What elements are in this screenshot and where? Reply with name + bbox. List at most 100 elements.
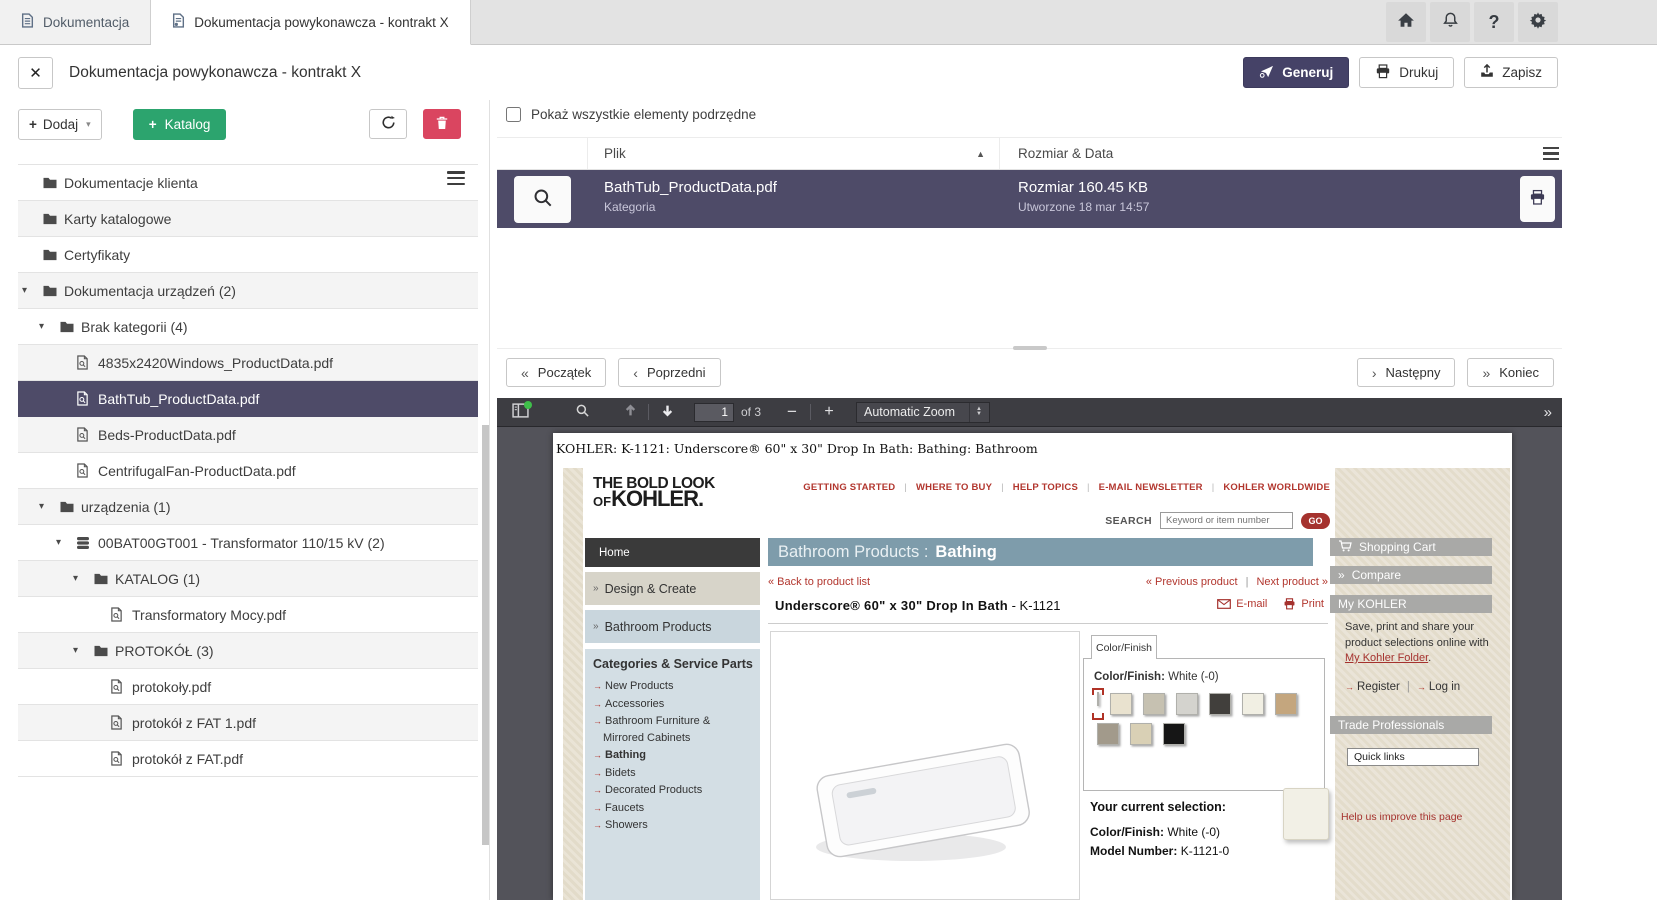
home-button[interactable] (1386, 2, 1426, 42)
nav-bathroom-products: »Bathroom Products (585, 610, 760, 643)
add-button[interactable]: + Dodaj ▾ (18, 109, 102, 140)
zoom-select[interactable]: Automatic Zoom ▲▼ (856, 402, 990, 423)
previous-product-link: « Previous product (1146, 576, 1238, 588)
delete-button[interactable] (423, 109, 461, 139)
swatch (1163, 723, 1185, 745)
pdf-page-count: of 3 (741, 405, 761, 419)
next-label: Następny (1386, 365, 1441, 380)
file-name: BathTub_ProductData.pdf (604, 179, 1000, 196)
first-page-button[interactable]: «Początek (506, 358, 606, 387)
tab-dokumentacja-powykonawcza[interactable]: Dokumentacja powykonawcza - kontrakt X (151, 0, 470, 45)
tree-item[interactable]: ▾Dokumentacja urządzeń (2) (18, 273, 478, 309)
row-print-button[interactable] (1520, 176, 1555, 222)
pdf-expand-button[interactable]: » (1544, 404, 1552, 421)
caret-down-icon[interactable]: ▾ (22, 285, 42, 296)
file-row-selected[interactable]: BathTub_ProductData.pdf Kategoria Rozmia… (497, 170, 1562, 228)
tree-item-label: Brak kategorii (4) (81, 319, 188, 335)
tree-item-label: CentrifugalFan-ProductData.pdf (98, 463, 296, 479)
nav-link: →Faucets (593, 800, 754, 817)
chevron-right-icon: › (1372, 365, 1377, 381)
column-file[interactable]: Plik ▲ (588, 138, 1000, 169)
caret-down-icon[interactable]: ▾ (39, 501, 59, 512)
tree-item[interactable]: ▾ Brak kategorii (4) (18, 309, 478, 345)
tab-dokumentacja[interactable]: Dokumentacja (0, 0, 151, 44)
caret-down-icon[interactable]: ▾ (73, 645, 93, 656)
tree-item[interactable]: protokół z FAT.pdf (18, 741, 478, 777)
tree-item[interactable]: 4835x2420Windows_ProductData.pdf (18, 345, 478, 381)
nav-link-label: Accessories (605, 698, 664, 710)
tree-item[interactable]: protokół z FAT 1.pdf (18, 705, 478, 741)
trade-label: Trade Professionals (1338, 718, 1444, 732)
arrow-up-icon (624, 404, 637, 420)
printer-icon (1283, 598, 1296, 610)
refresh-button[interactable] (369, 109, 407, 139)
caret-down-icon[interactable]: ▾ (56, 537, 76, 548)
tree-item-selected[interactable]: BathTub_ProductData.pdf (18, 381, 478, 417)
prev-page-button[interactable]: ‹Poprzedni (618, 358, 720, 387)
scrollbar-thumb[interactable] (482, 425, 489, 845)
tree-item[interactable]: Dokumentacje klienta (18, 165, 478, 201)
caret-down-icon[interactable]: ▾ (73, 573, 93, 584)
compare-bar: »Compare (1330, 566, 1492, 584)
column-size-date[interactable]: Rozmiar & Data (1000, 138, 1562, 169)
search-icon (575, 403, 590, 421)
notifications-button[interactable] (1430, 2, 1470, 42)
generate-button[interactable]: Generuj (1243, 57, 1349, 88)
column-file-label: Plik (604, 146, 626, 161)
tree-scrollbar[interactable] (482, 425, 489, 845)
caret-down-icon[interactable]: ▾ (39, 321, 59, 332)
pdf-prev-page-button[interactable] (617, 400, 643, 424)
product-title-text: Underscore® 60" x 30" Drop In Bath (775, 598, 1008, 613)
tree-toolbar: + Dodaj ▾ + Katalog (0, 100, 489, 142)
zoom-out-button[interactable]: − (779, 400, 805, 424)
pdf-viewer[interactable]: KOHLER: K-1121: Underscore® 60" x 30" Dr… (497, 427, 1562, 900)
nav-link-label: Showers (605, 819, 648, 831)
print-label: Drukuj (1399, 65, 1438, 80)
kohler-search-input (1160, 512, 1293, 529)
tree-item[interactable]: Certyfikaty (18, 237, 478, 273)
next-page-button[interactable]: › Następny (1357, 358, 1456, 387)
kohler-logo: THE BOLD LOOK OFKOHLER. (593, 476, 715, 511)
tree-menu-icon[interactable] (447, 171, 465, 185)
close-button[interactable]: ✕ (18, 57, 53, 89)
nav-link: →Showers (593, 817, 754, 834)
swatch (1130, 723, 1152, 745)
tree-item[interactable]: ▾urządzenia (1) (18, 489, 478, 525)
horizontal-splitter[interactable] (1013, 346, 1047, 350)
help-button[interactable]: ? (1474, 2, 1514, 42)
pdf-page-input[interactable] (694, 403, 734, 422)
tree-item[interactable]: CentrifugalFan-ProductData.pdf (18, 453, 478, 489)
nav-bathroom-label: Bathroom Products (605, 620, 712, 634)
product-title: Underscore® 60" x 30" Drop In Bath - K-1… (775, 598, 1060, 613)
tree-item-label: KATALOG (1) (115, 571, 200, 587)
tree-item[interactable]: Karty katalogowe (18, 201, 478, 237)
tree-item-label: Karty katalogowe (64, 211, 171, 227)
show-all-checkbox[interactable] (506, 107, 521, 122)
tree-item[interactable]: protokoły.pdf (18, 669, 478, 705)
last-page-button[interactable]: »Koniec (1467, 358, 1554, 387)
zoom-in-button[interactable]: + (816, 400, 842, 424)
link-email-newsletter: E-MAIL NEWSLETTER (1078, 482, 1203, 493)
save-button[interactable]: Zapisz (1464, 57, 1558, 88)
print-button[interactable]: Drukuj (1359, 57, 1454, 88)
pdf-next-page-button[interactable] (654, 400, 680, 424)
tree-item[interactable]: ▾ KATALOG (1) (18, 561, 478, 597)
pdf-find-button[interactable] (569, 400, 595, 424)
selection-model-value: K-1121-0 (1181, 844, 1229, 858)
tree-item[interactable]: Transformatory Mocy.pdf (18, 597, 478, 633)
pdf-sidebar-toggle-button[interactable] (507, 400, 533, 424)
email-label: E-mail (1236, 598, 1267, 610)
tree-item[interactable]: ▾00BAT00GT001 - Transformator 110/15 kV … (18, 525, 478, 561)
settings-button[interactable] (1518, 2, 1558, 42)
tree-item[interactable]: Beds-ProductData.pdf (18, 417, 478, 453)
column-size-label: Rozmiar & Data (1018, 146, 1113, 161)
search-label: SEARCH (1105, 515, 1152, 527)
catalog-button[interactable]: + Katalog (133, 109, 227, 140)
tree-item-label: protokół z FAT 1.pdf (132, 715, 256, 731)
tree-item[interactable]: ▾PROTOKÓŁ (3) (18, 633, 478, 669)
swatch (1097, 723, 1119, 745)
my-kohler-bar: My KOHLER (1330, 595, 1492, 613)
list-menu-icon[interactable] (1543, 147, 1559, 160)
preview-button[interactable] (514, 176, 571, 223)
file-icon (76, 427, 98, 442)
